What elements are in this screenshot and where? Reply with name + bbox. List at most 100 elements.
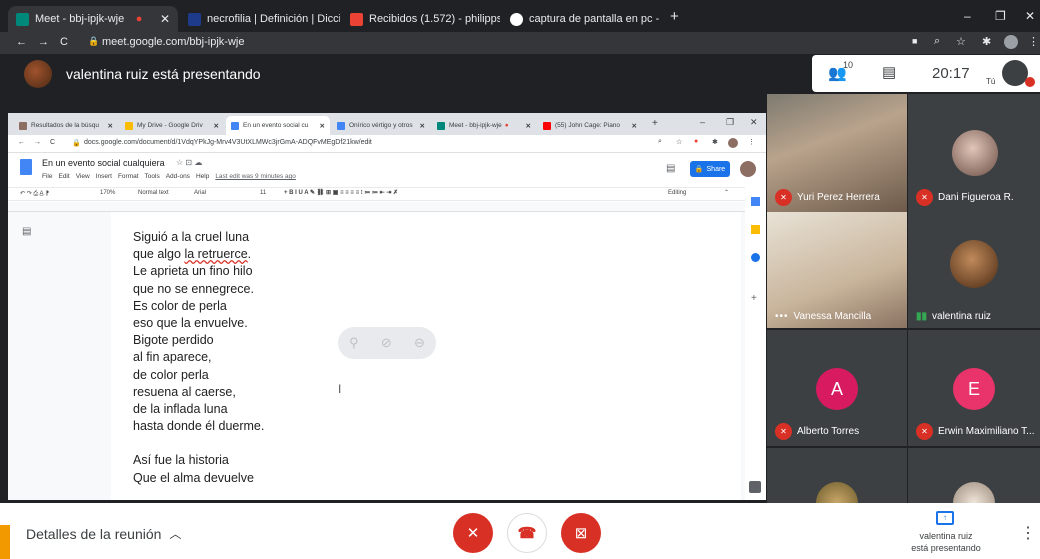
menu-file: File — [42, 173, 53, 180]
poem-line: Es color de perla — [133, 298, 227, 313]
participant-tile[interactable]: ••• Vanessa Mancilla — [767, 212, 907, 328]
participant-tile[interactable]: ✕ Yuri Perez Herrera — [767, 94, 907, 212]
participant-avatar — [952, 130, 998, 176]
back-icon[interactable]: ← — [16, 36, 27, 48]
tasks-icon — [751, 253, 760, 262]
participant-name: ✕ Erwin Maximiliano T... — [916, 423, 1035, 440]
browser-tab-necrofilia[interactable]: necrofilia | Definición | Diccionar ✕ — [180, 6, 340, 32]
participant-label: Alberto Torres — [797, 426, 860, 437]
chevron-up-icon: ︿ — [169, 527, 182, 541]
tab-label: Onírico vértigo y otros — [349, 122, 413, 129]
meeting-details-button[interactable]: Detalles de la reunión ︿ — [26, 525, 181, 542]
meet-icon — [16, 12, 29, 26]
minimize-icon: – — [700, 117, 706, 127]
participant-label: Yuri Perez Herrera — [797, 192, 880, 203]
participant-label: Dani Figueroa R. — [938, 192, 1014, 203]
menu-edit: Edit — [58, 173, 70, 180]
zoom-icon[interactable]: ⌕ — [934, 35, 940, 48]
end-call-button[interactable]: ☎ — [507, 513, 547, 553]
participant-avatar — [953, 482, 995, 503]
chrome-menu-icon[interactable]: ⋮ — [1028, 35, 1039, 48]
mic-off-icon: ⊘ — [380, 335, 392, 350]
add-addon-icon: + — [751, 293, 757, 304]
mic-off-icon: ✕ — [775, 189, 792, 206]
participant-tile[interactable] — [767, 448, 907, 503]
meet-icon — [437, 121, 445, 130]
poem-line — [133, 435, 264, 452]
tab-label: necrofilia | Definición | Diccionar — [207, 13, 340, 25]
calendar-icon — [751, 197, 760, 206]
more-options-icon: ••• — [775, 311, 789, 322]
docs-menu-bar: File Edit View Insert Format Tools Add-o… — [42, 173, 296, 180]
shared-screen: Resultados de la búsqu ✕ My Drive - Googl… — [8, 113, 766, 500]
close-tab-icon: ✕ — [631, 122, 637, 130]
close-icon: ✕ — [750, 117, 758, 127]
recording-icon: ● — [504, 122, 509, 129]
close-tab-icon: ✕ — [319, 122, 325, 130]
close-tab-icon[interactable]: ✕ — [154, 12, 170, 26]
restore-button[interactable]: ❐ — [995, 9, 1006, 23]
bookmark-star-icon[interactable]: ☆ — [956, 35, 966, 48]
presenting-controls-overlay: ⚲ ⊘ ⊖ — [338, 327, 436, 359]
search-results-icon — [19, 121, 27, 130]
participant-tile[interactable]: A ✕ Alberto Torres — [767, 330, 907, 446]
format-icons: + B I U A ✎ ⛓ ⊞ ▣ ≡ ≡ ≡ ≡ ⁝ ≔ ≔ ⇤ ⇥ ✗ — [284, 190, 399, 196]
chat-icon[interactable]: ▤ — [882, 63, 896, 81]
reload-icon[interactable]: C — [60, 36, 68, 48]
camera-off-button[interactable]: ⊠ — [561, 513, 601, 553]
menu-view: View — [75, 173, 90, 180]
doc-title: En un evento social cualquiera — [42, 158, 165, 168]
poem-text: Siguió a la cruel luna que algo la retrue… — [133, 229, 264, 487]
tab-label: En un evento social cu — [243, 122, 309, 129]
presenter-edge-accent — [0, 525, 10, 559]
docs-header: En un evento social cualquiera ☆ ⊡ ☁ Fil… — [8, 153, 766, 187]
docs-logo-icon — [20, 159, 32, 175]
docs-toolbar: ↶ ↷ ⎙ A̲ ⁋ 170% Normal text Arial 11 + B… — [8, 187, 766, 201]
font-select: Arial — [194, 190, 207, 196]
restore-icon: ❐ — [726, 117, 735, 127]
browser-tab-search[interactable]: captura de pantalla en pc - Busc ✕ — [502, 6, 662, 32]
minimize-button[interactable]: – — [964, 9, 971, 23]
outline-icon: ▤ — [22, 226, 32, 237]
participant-name: ✕ Dani Figueroa R. — [916, 189, 1014, 206]
shared-tab: (55) John Cage: Piano ✕ — [538, 116, 642, 135]
forward-icon[interactable]: → — [38, 36, 49, 48]
close-tab-icon: ✕ — [213, 122, 219, 130]
participant-tile[interactable]: ▮▮ valentina ruiz — [908, 212, 1040, 328]
more-options-icon[interactable]: ⋮ — [1020, 523, 1036, 543]
participant-tile[interactable]: E ✕ Erwin Maximiliano T... — [908, 330, 1040, 446]
participant-avatar: E — [953, 368, 995, 410]
participant-tile[interactable]: ✕ Dani Figueroa R. — [908, 94, 1040, 212]
shared-url: docs.google.com/document/d/1VdqYPkJg-Mrv… — [84, 139, 372, 146]
participant-label: Erwin Maximiliano T... — [938, 426, 1035, 437]
back-icon: ← — [18, 139, 25, 146]
menu-help: Help — [195, 173, 210, 180]
shared-tab: Onírico vértigo y otros ✕ — [332, 116, 430, 135]
speaking-icon: ▮▮ — [916, 311, 928, 322]
participant-avatar: A — [816, 368, 858, 410]
puzzle-icon: ✱ — [712, 139, 718, 146]
participant-avatar — [816, 482, 858, 503]
browser-tab-gmail[interactable]: Recibidos (1.572) - philippsburg ✕ — [342, 6, 500, 32]
extensions-icon[interactable]: ✱ — [982, 35, 991, 48]
close-window-button[interactable]: ✕ — [1025, 9, 1035, 23]
address-bar[interactable]: meet.google.com/bbj-ipjk-wje — [102, 36, 244, 48]
mic-off-icon: ✕ — [466, 525, 480, 542]
text-cursor-icon: I — [338, 382, 342, 396]
browser-tab-meet[interactable]: Meet - bbj-ipjk-wje ● ✕ — [8, 6, 178, 32]
lock-icon: 🔒 — [694, 166, 704, 173]
shared-tab: En un evento social cu ✕ — [226, 116, 330, 135]
poem-line: que no se ennegrece. — [133, 281, 254, 296]
presenting-status[interactable]: valentina ruiz está presentando — [896, 530, 996, 554]
collapse-icon: ⌃ — [724, 190, 730, 196]
new-tab-button[interactable]: + — [670, 8, 679, 25]
pin-icon: ⚲ — [349, 335, 359, 350]
microphone-off-button[interactable]: ✕ — [453, 513, 493, 553]
mic-off-icon: ✕ — [775, 423, 792, 440]
participant-tile[interactable] — [908, 448, 1040, 503]
present-screen-icon[interactable]: ↑ — [936, 511, 954, 525]
shared-tab-strip: Resultados de la búsqu ✕ My Drive - Googl… — [8, 113, 766, 135]
camera-off-icon: ⊠ — [574, 525, 588, 542]
presenter-banner: valentina ruiz está presentando — [66, 66, 261, 82]
profile-icon[interactable] — [1004, 35, 1018, 49]
